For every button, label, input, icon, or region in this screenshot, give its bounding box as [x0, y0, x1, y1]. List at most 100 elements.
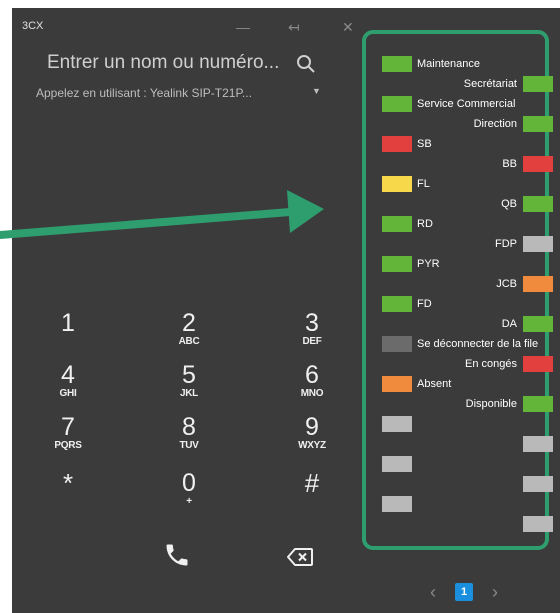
status-indicator	[382, 56, 412, 72]
key-4[interactable]: 4 GHI	[33, 362, 103, 400]
status-indicator	[382, 256, 412, 272]
blf-key-label: En congés	[465, 358, 517, 370]
search-icon[interactable]	[296, 54, 316, 74]
key-digit: 0	[182, 469, 196, 497]
blf-key[interactable]: SB	[382, 136, 532, 154]
chevron-right-icon[interactable]: ›	[492, 583, 498, 601]
key-letters: ABC	[178, 336, 200, 347]
key-0[interactable]: 0 +	[154, 470, 224, 508]
blf-key-label: PYR	[417, 258, 440, 270]
blf-key[interactable]: Secrétariat	[390, 76, 553, 94]
key-digit: 8	[182, 413, 196, 441]
blf-key-label: Direction	[473, 118, 517, 130]
key-star[interactable]: *	[33, 470, 103, 496]
close-button[interactable]: ✕	[342, 20, 354, 34]
key-digit: 9	[305, 413, 319, 441]
page-current[interactable]: 1	[455, 583, 473, 601]
key-letters: DEF	[302, 336, 322, 347]
status-indicator	[523, 316, 553, 332]
key-2[interactable]: 2 ABC	[154, 310, 224, 348]
key-digit: 6	[305, 361, 319, 389]
blf-key-label: QB	[501, 198, 517, 210]
blf-key[interactable]: Disponible	[390, 396, 553, 414]
key-8[interactable]: 8 TUV	[154, 414, 224, 452]
key-letters: +	[186, 496, 192, 507]
status-indicator	[382, 96, 412, 112]
call-icon[interactable]	[163, 540, 191, 570]
blf-key-label: Disponible	[465, 398, 517, 410]
key-digit: 3	[305, 309, 319, 337]
blf-key-label: FD	[417, 298, 432, 310]
key-6[interactable]: 6 MNO	[277, 362, 347, 400]
key-letters: WXYZ	[298, 440, 326, 451]
chevron-left-icon[interactable]: ‹	[430, 583, 436, 601]
search-input[interactable]: Entrer un nom ou numéro...	[47, 52, 279, 74]
key-hash[interactable]: #	[277, 470, 347, 496]
blf-key-label: Secrétariat	[463, 78, 517, 90]
status-indicator	[382, 496, 412, 512]
key-5[interactable]: 5 JKL	[154, 362, 224, 400]
blf-key[interactable]	[390, 516, 553, 534]
key-9[interactable]: 9 WXYZ	[277, 414, 347, 452]
key-letters: TUV	[179, 440, 199, 451]
status-indicator	[523, 76, 553, 92]
blf-key[interactable]	[382, 416, 532, 434]
status-indicator	[523, 436, 553, 452]
blf-key[interactable]: BB	[390, 156, 553, 174]
status-indicator	[382, 176, 412, 192]
key-digit: 2	[182, 309, 196, 337]
status-indicator	[523, 476, 553, 492]
blf-key-label: FL	[417, 178, 430, 190]
key-7[interactable]: 7 PQRS	[33, 414, 103, 452]
dock-button[interactable]: ↤	[288, 20, 300, 34]
key-letters: GHI	[59, 388, 77, 399]
status-indicator	[523, 236, 553, 252]
blf-key[interactable]: FDP	[390, 236, 553, 254]
blf-key[interactable]: Se déconnecter de la file	[382, 336, 538, 354]
blf-key-label: RD	[417, 218, 433, 230]
status-indicator	[523, 516, 553, 532]
call-device-select[interactable]: Appelez en utilisant : Yealink SIP-T21P.…	[36, 86, 321, 100]
status-indicator	[382, 136, 412, 152]
status-indicator	[382, 376, 412, 392]
minimize-button[interactable]: —	[236, 20, 250, 34]
status-indicator	[523, 276, 553, 292]
status-indicator	[382, 296, 412, 312]
key-digit: #	[304, 468, 320, 498]
blf-key[interactable]: RD	[382, 216, 532, 234]
status-indicator	[523, 356, 553, 372]
blf-key[interactable]: JCB	[390, 276, 553, 294]
call-device-label: Appelez en utilisant : Yealink SIP-T21P.…	[36, 86, 252, 100]
key-letters: JKL	[180, 388, 198, 399]
key-letters: PQRS	[54, 440, 82, 451]
backspace-icon[interactable]	[287, 548, 313, 566]
blf-key[interactable]: Direction	[390, 116, 553, 134]
blf-key[interactable]: En congés	[390, 356, 553, 374]
key-1[interactable]: 1	[33, 310, 103, 336]
blf-key[interactable]: Maintenance	[382, 56, 532, 74]
key-digit: 5	[182, 361, 196, 389]
blf-key[interactable]	[382, 496, 532, 514]
key-3[interactable]: 3 DEF	[277, 310, 347, 348]
blf-key-label: JCB	[496, 278, 517, 290]
blf-key[interactable]: QB	[390, 196, 553, 214]
blf-key-label: BB	[502, 158, 517, 170]
blf-key[interactable]: DA	[390, 316, 553, 334]
blf-key[interactable]: Service Commercial	[382, 96, 532, 114]
blf-key[interactable]: PYR	[382, 256, 532, 274]
key-digit: 1	[61, 309, 75, 337]
status-indicator	[382, 216, 412, 232]
blf-key[interactable]: Absent	[382, 376, 532, 394]
blf-key[interactable]	[390, 476, 553, 494]
blf-key[interactable]	[382, 456, 532, 474]
blf-key[interactable]	[390, 436, 553, 454]
status-indicator	[523, 156, 553, 172]
blf-key-label: Service Commercial	[417, 98, 516, 110]
status-indicator	[382, 336, 412, 352]
blf-key[interactable]: FD	[382, 296, 532, 314]
status-indicator	[523, 116, 553, 132]
app-logo: 3CX	[22, 20, 44, 32]
blf-key-label: Absent	[417, 378, 452, 390]
blf-key[interactable]: FL	[382, 176, 532, 194]
status-indicator	[382, 456, 412, 472]
